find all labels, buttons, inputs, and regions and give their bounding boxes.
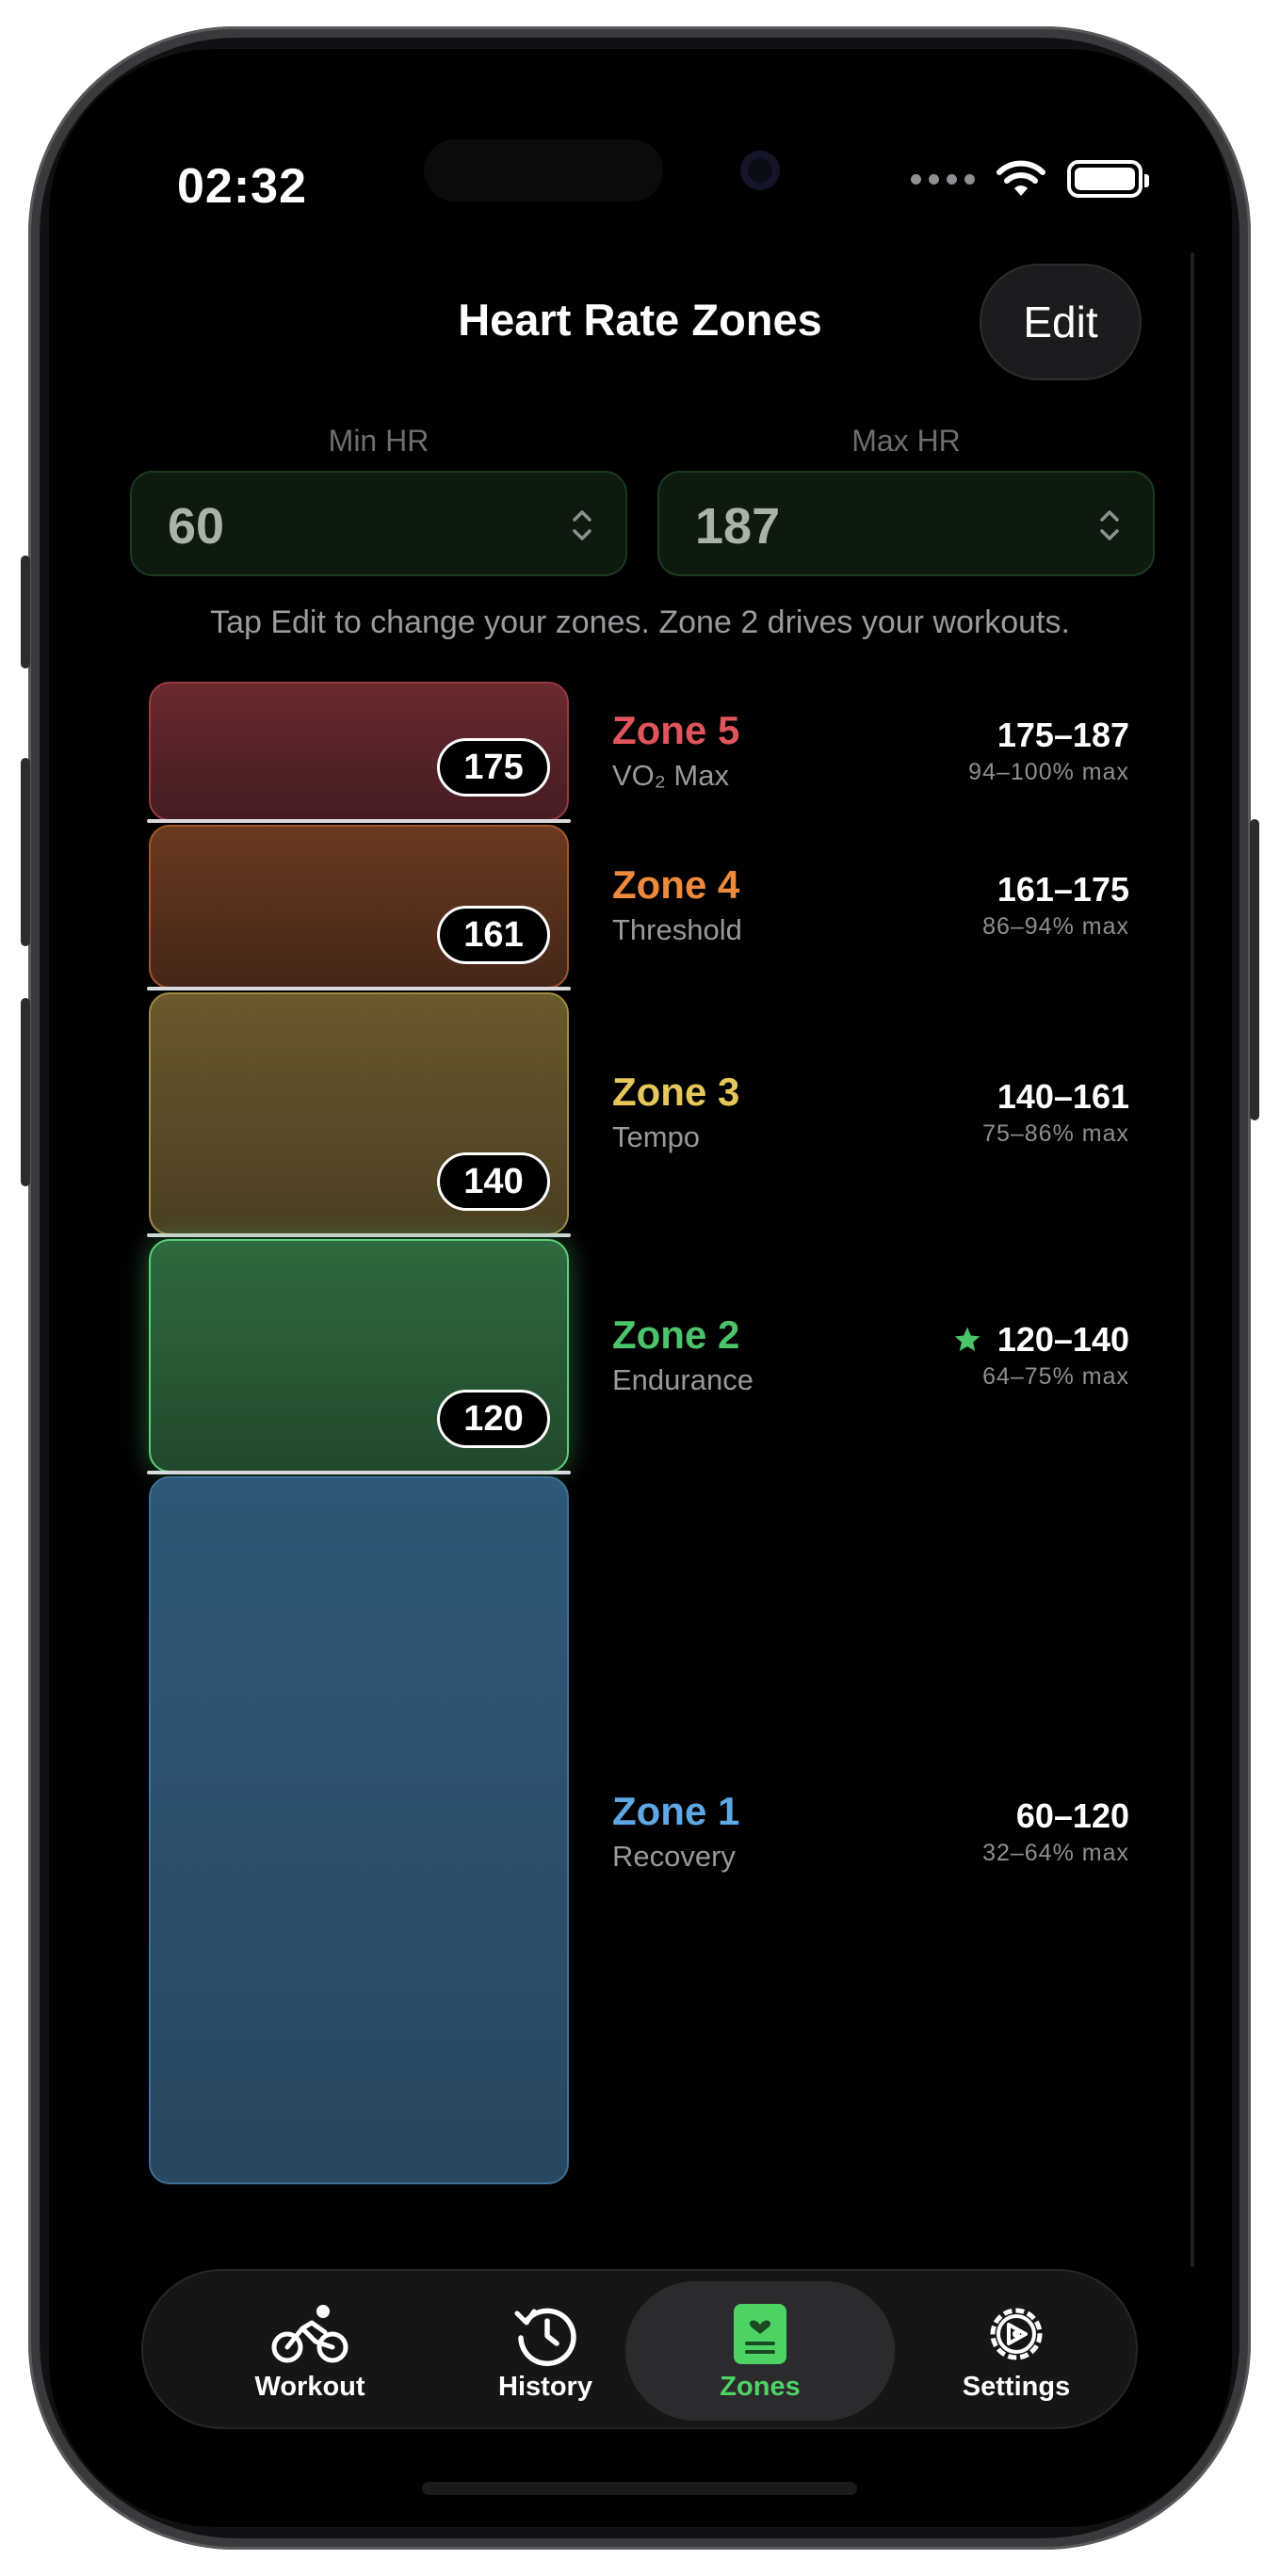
tab-workout-label: Workout [254,2371,365,2402]
zone-divider [147,1471,571,1474]
tab-zones-label: Zones [720,2371,801,2402]
scroll-indicator [1191,252,1194,2267]
zone-2-name: Zone 2 [612,1312,740,1357]
cellular-signal-icon [911,173,975,185]
zone-2-block[interactable]: 120 [149,1239,569,1473]
zone-divider [147,1233,571,1237]
tab-settings-label: Settings [962,2371,1071,2402]
zone-5-subtitle: VO₂ Max [612,759,729,792]
min-hr-picker[interactable]: 60 [130,471,627,576]
zone-4-block[interactable]: 161 [149,825,569,989]
tab-zones[interactable]: Zones [625,2281,895,2421]
max-hr-value: 187 [695,498,781,555]
tab-workout[interactable]: Workout [192,2271,428,2431]
tab-settings[interactable]: Settings [899,2271,1134,2431]
gear-icon [990,2308,1043,2359]
dynamic-island [424,139,663,201]
battery-icon [1067,160,1149,198]
zone-5-range-text: 175–187 [996,716,1129,754]
zone-4-range-text: 161–175 [996,870,1129,909]
max-hr-picker[interactable]: 187 [657,471,1155,576]
zone-1-name: Zone 1 [612,1789,740,1833]
zone-1-percent: 32–64% max [982,1840,1129,1866]
zone-5-boundary-badge[interactable]: 175 [437,738,550,797]
status-time: 02:32 [177,159,307,214]
zones-hint-text: Tap Edit to change your zones. Zone 2 dr… [210,604,1070,640]
zone-4-subtitle: Threshold [612,913,742,946]
chevron-up-down-icon [573,510,591,540]
min-hr-label: Min HR [328,424,429,458]
zone-4-name: Zone 4 [612,862,740,907]
zone-1-range-text: 60–120 [1015,1796,1129,1835]
zone-5-percent: 94–100% max [968,759,1129,785]
chevron-up-down-icon [1100,510,1119,540]
min-hr-value: 60 [168,498,225,555]
zone-5-block[interactable]: 175 [149,682,569,821]
volume-down-button [21,998,30,1186]
volume-up-button [21,758,30,946]
zone-3-name: Zone 3 [612,1070,740,1114]
zone-2-subtitle: Endurance [612,1363,753,1396]
zone-3-percent: 75–86% max [982,1120,1129,1147]
zone-2-range: 120–140 [952,1320,1129,1360]
tab-bar: Workout History Zones Settings [141,2269,1138,2429]
status-icons [911,160,1149,198]
star-icon [954,1327,980,1351]
bicycle-icon [271,2304,348,2362]
zone-2-boundary-badge[interactable]: 120 [437,1390,550,1448]
zone-2-range-text: 120–140 [996,1320,1129,1359]
zone-3-block[interactable]: 140 [149,992,569,1235]
zone-3-range: 140–161 [997,1077,1129,1117]
zone-3-range-text: 140–161 [996,1077,1129,1116]
zone-divider [147,819,571,823]
zone-2-percent: 64–75% max [982,1363,1129,1390]
edit-button[interactable]: Edit [980,264,1142,380]
zone-1-subtitle: Recovery [612,1840,736,1873]
zone-4-range: 161–175 [997,870,1129,910]
zone-5-range: 175–187 [997,716,1129,755]
zone-5-name: Zone 5 [612,708,740,752]
zone-3-boundary-badge[interactable]: 140 [437,1152,550,1211]
tab-history-label: History [498,2371,592,2402]
home-indicator [422,2482,857,2495]
zone-1-range: 60–120 [1016,1796,1129,1836]
zone-divider [147,987,571,990]
zone-4-boundary-badge[interactable]: 161 [437,906,550,964]
wifi-icon [996,160,1045,196]
camera-icon [740,151,780,190]
zone-1-block[interactable] [149,1476,569,2184]
zones-card-icon [734,2303,786,2364]
history-clock-icon [514,2308,576,2366]
power-button [1250,819,1259,1120]
zone-3-subtitle: Tempo [612,1120,701,1153]
max-hr-label: Max HR [851,424,961,458]
zone-4-percent: 86–94% max [982,913,1129,940]
